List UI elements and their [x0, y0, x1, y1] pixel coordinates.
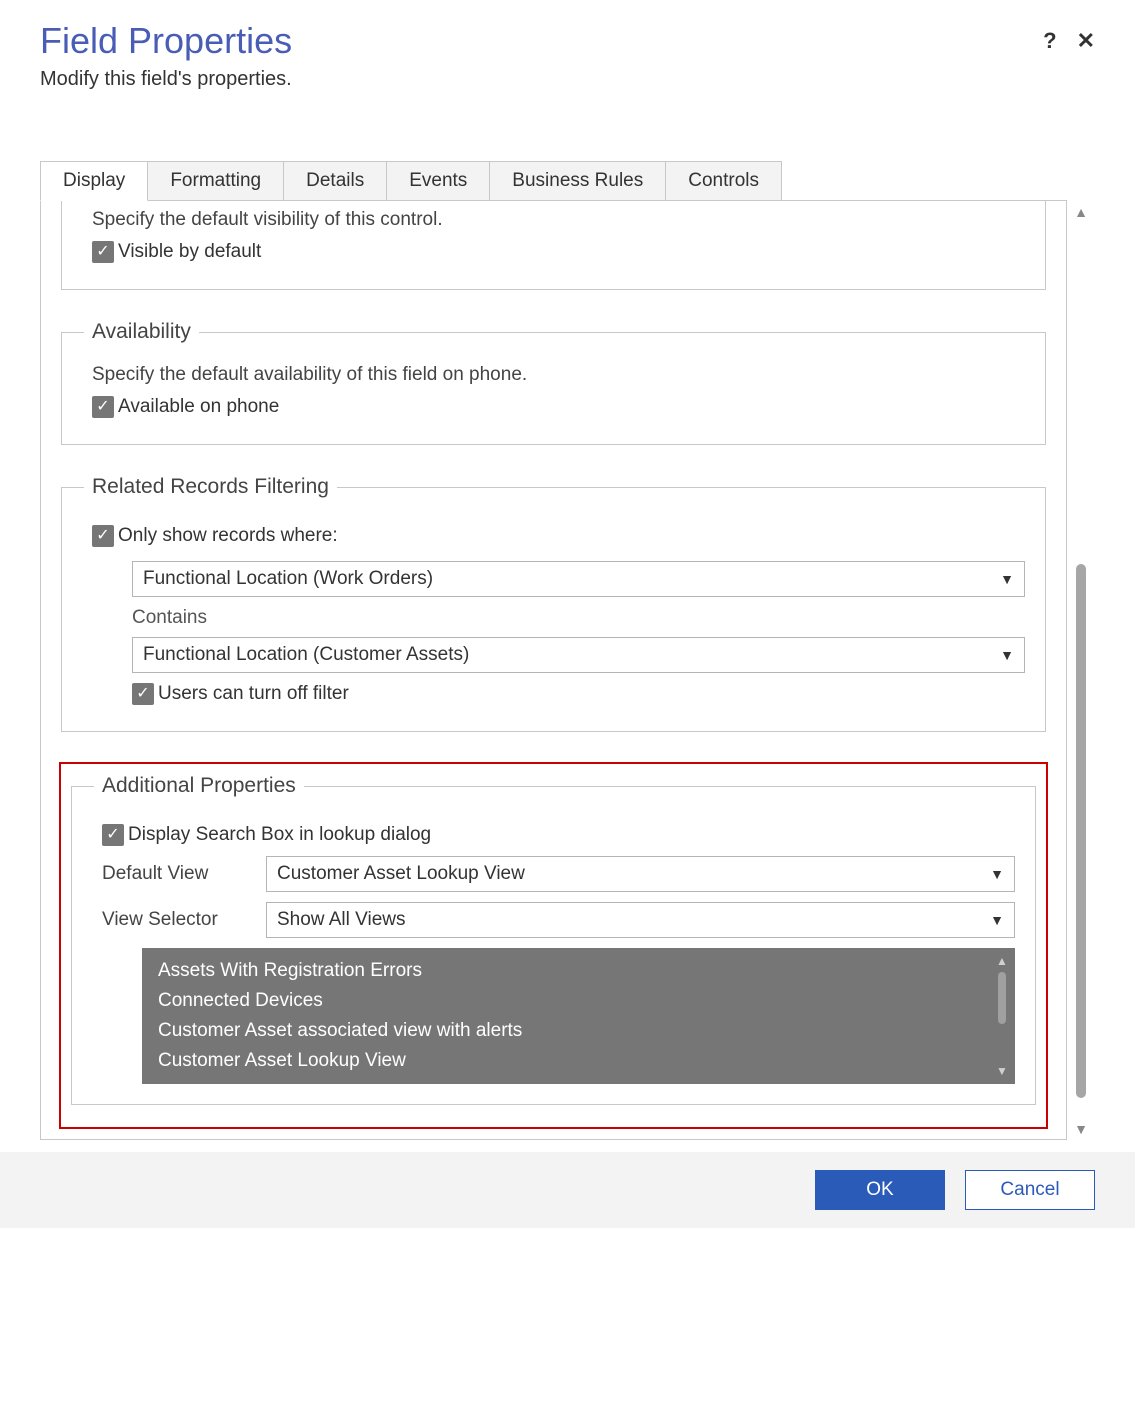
tab-panel-display: Specify the default visibility of this c… [40, 200, 1067, 1140]
tab-strip: Display Formatting Details Events Busine… [40, 161, 1095, 201]
select-filter-child-value: Functional Location (Customer Assets) [143, 644, 469, 666]
ok-button[interactable]: OK [815, 1170, 945, 1210]
tab-display[interactable]: Display [40, 161, 148, 201]
scroll-down-icon[interactable]: ▼ [996, 1064, 1008, 1078]
select-default-view[interactable]: Customer Asset Lookup View ▼ [266, 856, 1015, 892]
select-default-view-value: Customer Asset Lookup View [277, 863, 525, 885]
tab-formatting[interactable]: Formatting [147, 161, 284, 201]
chevron-down-icon: ▼ [1000, 571, 1014, 587]
tab-business-rules[interactable]: Business Rules [489, 161, 666, 201]
tab-details[interactable]: Details [283, 161, 387, 201]
scroll-track[interactable] [1076, 225, 1086, 1116]
select-filter-child[interactable]: Functional Location (Customer Assets) ▼ [132, 637, 1025, 673]
dialog-title: Field Properties [40, 20, 1043, 62]
chevron-down-icon: ▼ [990, 912, 1004, 928]
listbox-scrollbar[interactable]: ▲ ▼ [993, 954, 1011, 1078]
dialog-subtitle: Modify this field's properties. [40, 68, 1043, 91]
checkbox-display-search-box-label: Display Search Box in lookup dialog [128, 824, 431, 846]
dialog-footer: OK Cancel [0, 1152, 1135, 1228]
close-icon[interactable]: ✕ [1077, 30, 1095, 52]
view-selector-label: View Selector [102, 909, 252, 931]
contains-label: Contains [132, 607, 1025, 629]
select-filter-parent-value: Functional Location (Work Orders) [143, 568, 433, 590]
checkbox-only-show[interactable] [92, 525, 114, 547]
checkbox-available-phone-label: Available on phone [118, 396, 279, 418]
cancel-button[interactable]: Cancel [965, 1170, 1095, 1210]
checkbox-display-search-box[interactable] [102, 824, 124, 846]
chevron-down-icon: ▼ [1000, 647, 1014, 663]
tab-controls[interactable]: Controls [665, 161, 782, 201]
select-view-selector-value: Show All Views [277, 909, 406, 931]
checkbox-visible-default-label: Visible by default [118, 241, 261, 263]
list-item[interactable]: Assets With Registration Errors [142, 956, 1015, 986]
group-related-filtering: Related Records Filtering Only show reco… [61, 475, 1046, 732]
select-view-selector[interactable]: Show All Views ▼ [266, 902, 1015, 938]
checkbox-turn-off-filter-label: Users can turn off filter [158, 683, 349, 705]
checkbox-visible-default[interactable] [92, 241, 114, 263]
list-item[interactable]: Customer Asset associated view with aler… [142, 1016, 1015, 1046]
scroll-thumb[interactable] [998, 972, 1006, 1024]
related-legend: Related Records Filtering [84, 475, 337, 499]
group-availability: Availability Specify the default availab… [61, 320, 1046, 445]
scroll-thumb[interactable] [1076, 564, 1086, 1099]
checkbox-available-phone[interactable] [92, 396, 114, 418]
availability-desc: Specify the default availability of this… [92, 364, 1025, 386]
visibility-desc: Specify the default visibility of this c… [92, 209, 1025, 231]
list-item[interactable]: Connected Devices [142, 986, 1015, 1016]
default-view-label: Default View [102, 863, 252, 885]
tab-events[interactable]: Events [386, 161, 490, 201]
panel-scrollbar[interactable]: ▲ ▼ [1067, 201, 1095, 1140]
scroll-down-icon[interactable]: ▼ [1074, 1122, 1088, 1136]
scroll-up-icon[interactable]: ▲ [996, 954, 1008, 968]
additional-legend: Additional Properties [94, 774, 304, 798]
group-visibility: Specify the default visibility of this c… [61, 201, 1046, 290]
checkbox-turn-off-filter[interactable] [132, 683, 154, 705]
dialog-header: Field Properties Modify this field's pro… [0, 0, 1135, 101]
checkbox-only-show-label: Only show records where: [118, 525, 338, 547]
availability-legend: Availability [84, 320, 199, 344]
group-additional-properties: Additional Properties Display Search Box… [71, 774, 1036, 1105]
select-filter-parent[interactable]: Functional Location (Work Orders) ▼ [132, 561, 1025, 597]
highlight-additional-properties: Additional Properties Display Search Box… [59, 762, 1048, 1129]
chevron-down-icon: ▼ [990, 866, 1004, 882]
scroll-up-icon[interactable]: ▲ [1074, 205, 1088, 219]
list-item[interactable]: Customer Asset Lookup View [142, 1046, 1015, 1076]
view-listbox[interactable]: Assets With Registration Errors Connecte… [142, 948, 1015, 1084]
help-icon[interactable]: ? [1043, 30, 1056, 52]
